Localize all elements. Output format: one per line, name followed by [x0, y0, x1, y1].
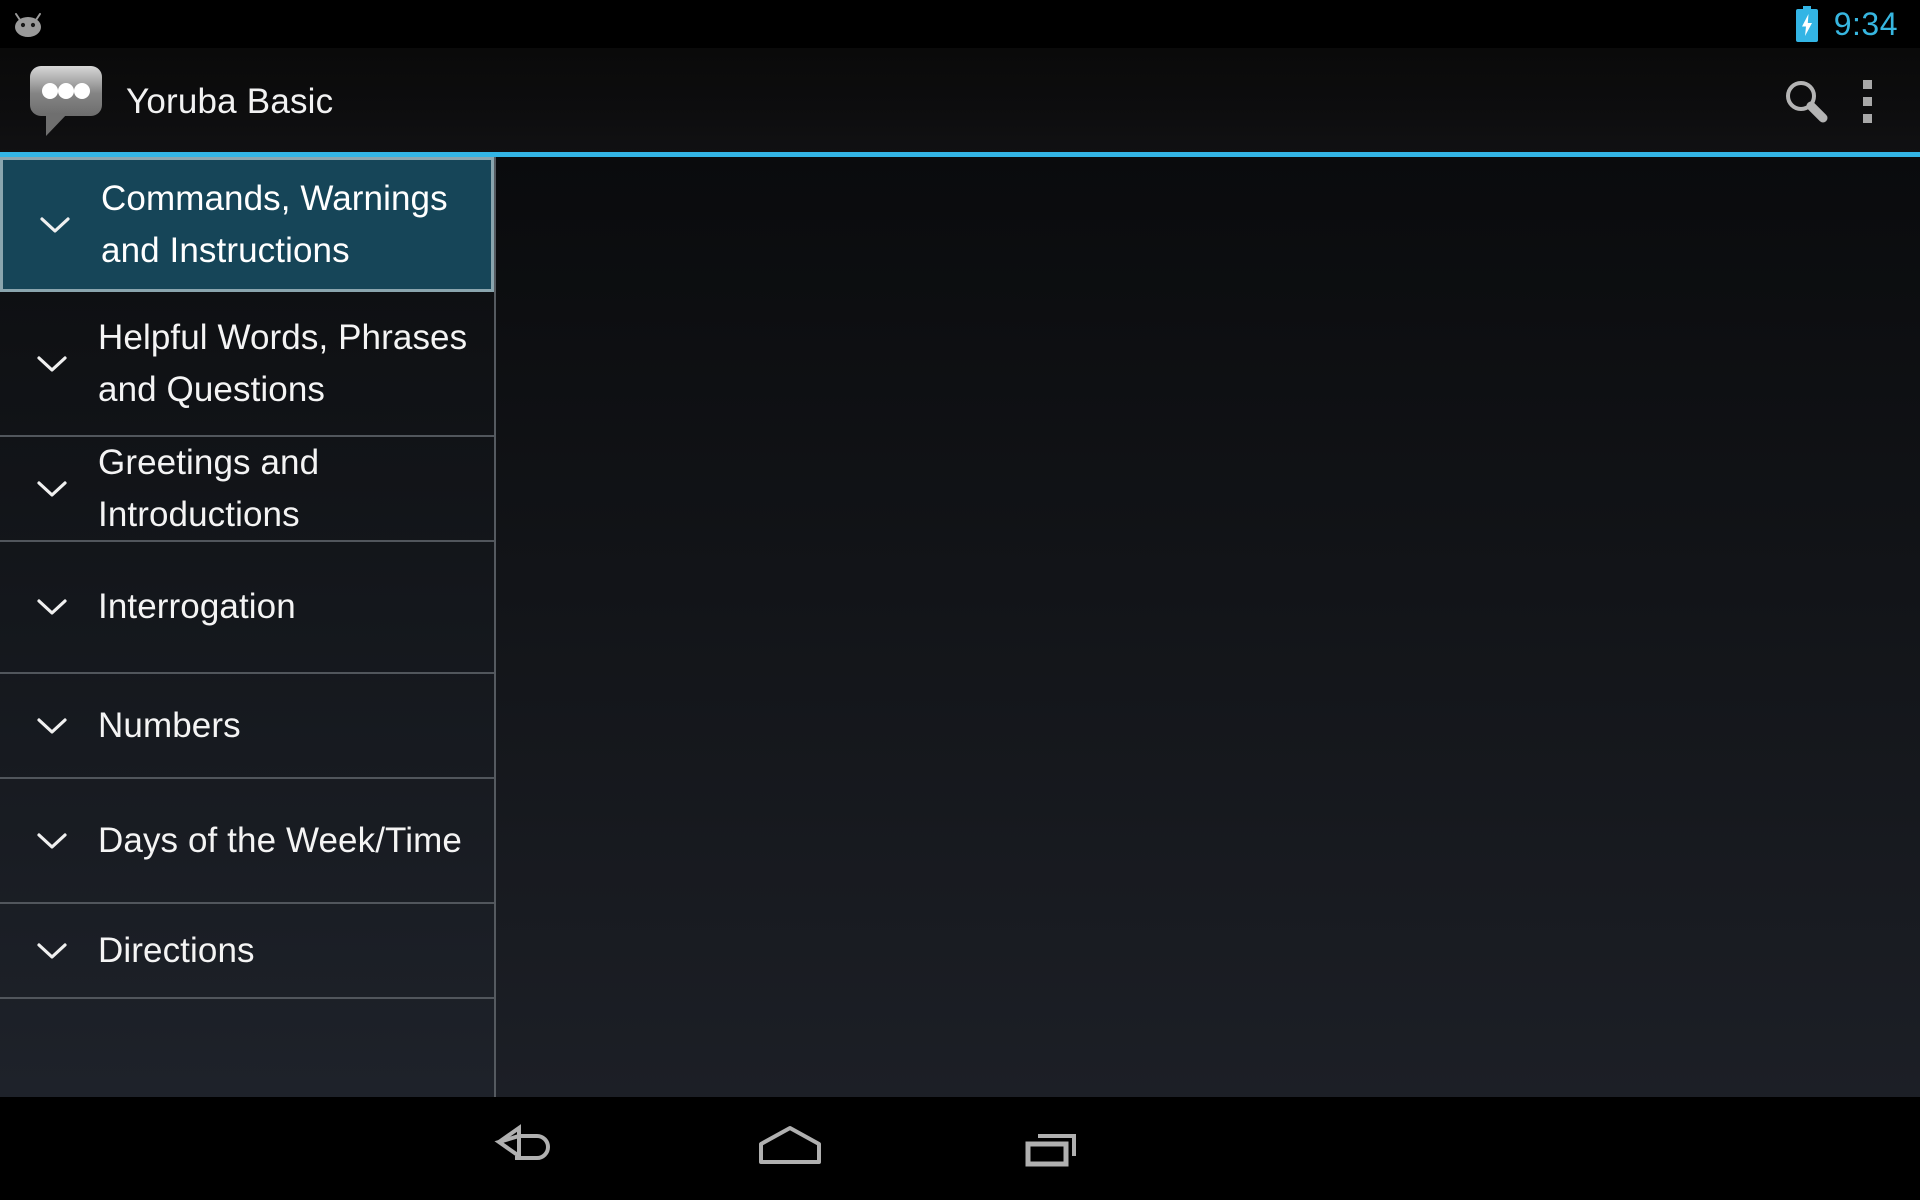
- list-item[interactable]: Helpful Words, Phrases and Questions: [0, 292, 494, 437]
- category-list: Commands, Warnings and Instructions Helpf…: [0, 157, 494, 999]
- chevron-down-icon[interactable]: [30, 819, 74, 863]
- action-bar: Yoruba Basic: [0, 48, 1920, 155]
- list-item-label: Numbers: [98, 705, 241, 745]
- page-title: Yoruba Basic: [126, 81, 334, 121]
- list-item-label: Days of the Week/Time: [98, 820, 462, 860]
- list-item-label: Greetings and Introductions: [98, 442, 320, 534]
- back-arrow-icon[interactable]: [445, 1097, 605, 1200]
- status-bar-left: [10, 9, 46, 39]
- chevron-down-icon[interactable]: [33, 203, 77, 247]
- chevron-down-icon[interactable]: [30, 585, 74, 629]
- list-item[interactable]: Days of the Week/Time: [0, 779, 494, 904]
- recents-icon[interactable]: [975, 1097, 1135, 1200]
- overflow-menu-icon[interactable]: [1841, 80, 1894, 123]
- home-icon[interactable]: [710, 1097, 870, 1200]
- chevron-down-icon[interactable]: [30, 342, 74, 386]
- list-item-label: Interrogation: [98, 587, 296, 626]
- status-bar-right: 9:34: [1794, 6, 1898, 43]
- list-item[interactable]: Interrogation: [0, 542, 494, 674]
- overflow-dot: [1863, 114, 1872, 123]
- status-bar-clock: 9:34: [1833, 5, 1898, 42]
- search-icon[interactable]: [1771, 67, 1841, 137]
- battery-charging-icon: [1794, 6, 1820, 42]
- list-item-label: Commands, Warnings and Instructions: [101, 178, 448, 270]
- list-item[interactable]: Commands, Warnings and Instructions: [0, 157, 494, 292]
- category-list-pane[interactable]: Commands, Warnings and Instructions Helpf…: [0, 157, 496, 1097]
- chevron-down-icon[interactable]: [30, 929, 74, 973]
- list-item[interactable]: Directions: [0, 904, 494, 999]
- system-navigation-bar: [0, 1097, 1920, 1200]
- chevron-down-icon[interactable]: [30, 467, 74, 511]
- chevron-down-icon[interactable]: [30, 704, 74, 748]
- list-item[interactable]: Greetings and Introductions: [0, 437, 494, 542]
- overflow-dot: [1863, 80, 1872, 89]
- android-bean-icon: [10, 9, 46, 39]
- list-item[interactable]: Numbers: [0, 674, 494, 779]
- list-item-label: Directions: [98, 930, 255, 970]
- status-bar: 9:34: [0, 0, 1920, 48]
- speech-bubble-icon[interactable]: [24, 60, 126, 143]
- list-item-label: Helpful Words, Phrases and Questions: [98, 317, 468, 409]
- overflow-dot: [1863, 97, 1872, 106]
